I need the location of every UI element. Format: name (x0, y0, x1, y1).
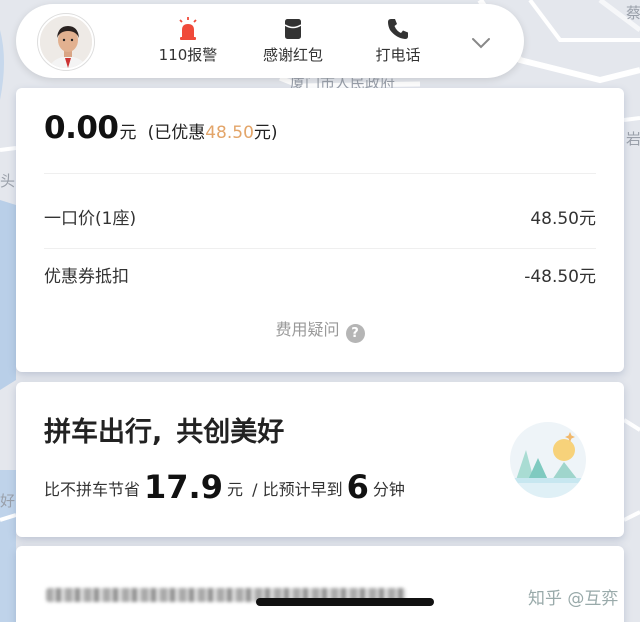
map-label-tou: 头 (0, 172, 16, 190)
alarm-siren-icon (143, 16, 233, 42)
thank-red-envelope-button[interactable]: 感谢红包 (248, 16, 338, 66)
divider (44, 248, 596, 249)
total-unit: 元 (119, 123, 137, 143)
landscape-illustration-icon (508, 420, 588, 500)
coupon-value: -48.50元 (524, 267, 596, 287)
discount-amount: 48.50 (205, 123, 254, 143)
carpool-card[interactable]: 拼车出行, 共创美好 比不拼车节省 17.9 元 / 比预计早到 6 分钟 (16, 382, 624, 537)
map-label-hao: 好 (0, 492, 16, 510)
fare-label: 一口价(1座) (44, 209, 137, 229)
driver-action-bar: 110报警 感谢红包 打电话 (16, 4, 524, 78)
phone-icon (353, 16, 443, 42)
map-label-cai: 蔡 (626, 4, 640, 22)
carpool-savings: 比不拼车节省 17.9 元 / 比预计早到 6 分钟 (44, 468, 405, 506)
save-prefix: 比不拼车节省 (44, 480, 141, 499)
call-driver-button[interactable]: 打电话 (353, 16, 443, 66)
fare-value: 48.50元 (530, 209, 596, 229)
discount-suffix: 元) (253, 123, 278, 143)
discount-summary: (已优惠48.50元) (148, 123, 278, 143)
fee-question-link[interactable]: 费用疑问? (16, 316, 624, 343)
carpool-title-part1: 拼车出行, (44, 417, 163, 448)
total-price-row: 0.00元 (已优惠48.50元) (44, 110, 278, 154)
separator: / (252, 480, 258, 499)
question-circle-icon: ? (345, 324, 365, 343)
chevron-down-icon[interactable] (466, 28, 496, 58)
driver-avatar[interactable] (38, 14, 94, 70)
early-prefix: 比预计早到 (262, 480, 343, 499)
fare-line: 一口价(1座) 48.50元 (44, 204, 596, 229)
coupon-line: 优惠券抵扣 -48.50元 (44, 262, 596, 287)
thank-red-envelope-label: 感谢红包 (262, 46, 323, 64)
total-amount: 0.00 (44, 110, 119, 146)
call-driver-label: 打电话 (375, 46, 421, 64)
early-unit: 分钟 (372, 480, 405, 499)
carpool-title-part2: 共创美好 (176, 417, 285, 448)
divider (44, 173, 596, 174)
discount-prefix: (已优惠 (147, 123, 206, 143)
driver-photo (40, 16, 92, 68)
map-label-yan: 岩 (626, 130, 640, 148)
watermark: 知乎 @互弈 (528, 589, 619, 609)
fare-card: 0.00元 (已优惠48.50元) 一口价(1座) 48.50元 优惠券抵扣 -… (16, 88, 624, 372)
coupon-label: 优惠券抵扣 (44, 267, 129, 287)
early-minutes: 6 (346, 468, 369, 506)
save-unit: 元 (226, 480, 243, 499)
fee-question-label: 费用疑问 (275, 320, 340, 339)
alarm-110-label: 110报警 (158, 46, 218, 64)
red-envelope-icon (248, 16, 338, 42)
save-amount: 17.9 (144, 468, 223, 506)
home-indicator[interactable] (256, 598, 434, 606)
alarm-110-button[interactable]: 110报警 (143, 16, 233, 66)
carpool-title: 拼车出行, 共创美好 (44, 410, 284, 449)
